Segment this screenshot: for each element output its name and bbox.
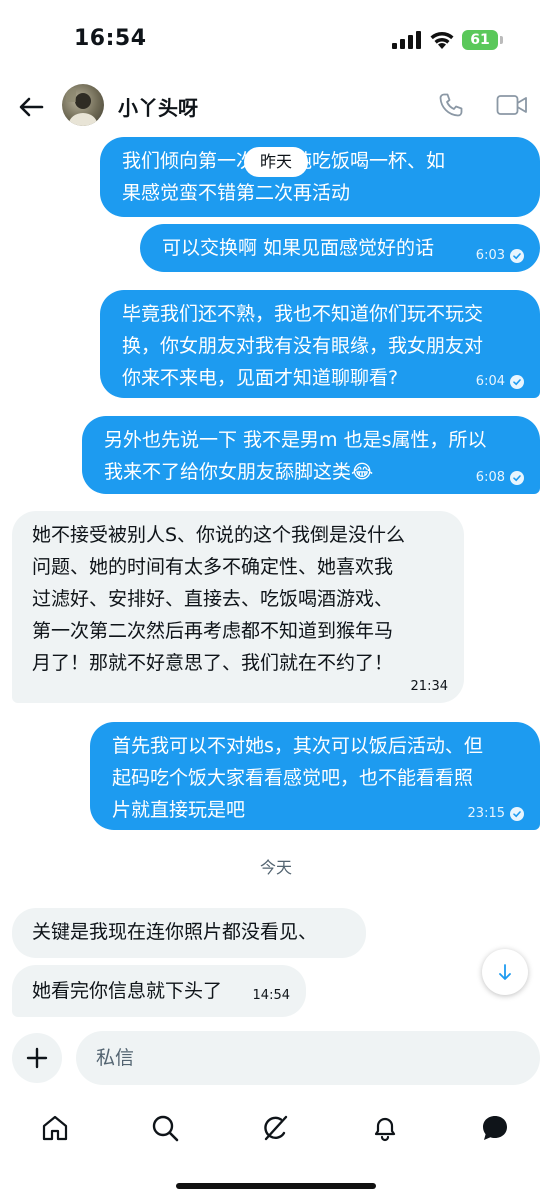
message-line: 问题、她的时间有太多不确定性、她喜欢我 xyxy=(32,556,394,578)
message-line: 月了！那就不好意思了、我们就在不约了！ xyxy=(32,652,394,674)
dm-conversation-screen: 16:54 61 小丫头呀 果感觉蛮不错第二次再活动 昨天 可以交换啊 如果见面… xyxy=(0,0,552,1200)
message-input[interactable] xyxy=(76,1031,540,1085)
sent-check-icon xyxy=(510,249,524,263)
bell-icon xyxy=(374,1117,396,1142)
message-line: 换，你女朋友对我有没有眼缘，我女朋友对 xyxy=(122,335,484,357)
grok-icon xyxy=(264,1115,288,1141)
nav-home[interactable] xyxy=(35,1108,75,1148)
message-time: 21:34 xyxy=(410,679,448,694)
call-button[interactable] xyxy=(438,92,464,118)
message-line: 另外也先说一下 我不是男m 也是s属性，所以 xyxy=(104,429,487,451)
message-bubble-outgoing[interactable]: 首先我可以不对她s，其次可以饭后活动、但 起码吃个饭大家看看感觉吧，也不能看看照… xyxy=(90,722,540,830)
chat-bubble-icon xyxy=(483,1116,507,1140)
message-line: 关键是我现在连你照片都没看见、 xyxy=(32,921,318,943)
message-line: 起码吃个饭大家看看感觉吧，也不能看看照 xyxy=(112,767,474,789)
back-button[interactable] xyxy=(16,92,46,122)
message-meta: 14:54 xyxy=(253,988,290,1004)
arrow-down-icon xyxy=(499,964,511,980)
message-bubble-outgoing[interactable]: 另外也先说一下 我不是男m 也是s属性，所以 我来不了给你女朋友舔脚这类😂 6:… xyxy=(82,416,540,494)
battery-indicator: 61 xyxy=(462,30,498,50)
message-meta: 6:04 xyxy=(476,374,524,390)
message-meta: 21:34 xyxy=(411,679,448,695)
message-line: 片就直接玩是吧 xyxy=(112,799,246,821)
sent-check-icon xyxy=(510,807,524,821)
message-meta: 6:03 xyxy=(476,248,524,264)
home-indicator xyxy=(176,1183,376,1189)
video-camera-icon xyxy=(496,95,527,115)
message-line: 过滤好、安排好、直接去、吃饭喝酒游戏、 xyxy=(32,588,394,610)
message-line: 我来不了给你女朋友舔脚这类😂 xyxy=(104,461,374,483)
message-meta: 6:08 xyxy=(476,470,524,486)
nav-messages[interactable] xyxy=(475,1108,515,1148)
contact-name[interactable]: 小丫头呀 xyxy=(118,92,198,121)
nav-grok[interactable] xyxy=(255,1108,295,1148)
message-time: 6:03 xyxy=(475,248,505,263)
wifi-icon xyxy=(428,29,456,51)
message-bubble-outgoing[interactable]: 可以交换啊 如果见面感觉好的话 6:03 xyxy=(140,224,540,272)
home-icon xyxy=(42,1115,68,1141)
message-bubble-incoming[interactable]: 她看完你信息就下头了 14:54 xyxy=(12,965,306,1017)
bottom-navigation xyxy=(0,1098,552,1158)
message-meta: 23:15 xyxy=(468,806,524,822)
message-line: 她看完你信息就下头了 xyxy=(32,980,223,1002)
nav-notifications[interactable] xyxy=(365,1108,405,1148)
message-line: 我们倾向第一次就单纯吃饭喝一杯、如 xyxy=(122,145,518,177)
conversation-header: 小丫头呀 xyxy=(0,80,552,140)
message-line: 首先我可以不对她s，其次可以饭后活动、但 xyxy=(112,735,483,757)
phone-icon xyxy=(439,93,463,117)
message-time: 14:54 xyxy=(252,988,290,1003)
message-line: 第一次第二次然后再考虑都不知道到猴年马 xyxy=(32,620,394,642)
message-time: 6:04 xyxy=(475,374,505,389)
message-time: 6:08 xyxy=(475,470,505,485)
message-line: 可以交换啊 如果见面感觉好的话 xyxy=(162,237,435,259)
sent-check-icon xyxy=(510,375,524,389)
message-line: 果感觉蛮不错第二次再活动 xyxy=(122,182,351,204)
message-bubble-outgoing[interactable]: 毕竟我们还不熟，我也不知道你们玩不玩交 换，你女朋友对我有没有眼缘，我女朋友对 … xyxy=(100,290,540,398)
day-label-today: 今天 xyxy=(259,858,292,877)
cellular-signal-icon xyxy=(392,31,422,49)
status-bar: 16:54 61 xyxy=(0,0,552,80)
message-time: 23:15 xyxy=(467,806,505,821)
video-call-button[interactable] xyxy=(496,93,528,117)
nav-search[interactable] xyxy=(145,1108,185,1148)
message-line: 毕竟我们还不熟，我也不知道你们玩不玩交 xyxy=(122,303,484,325)
message-bubble-outgoing[interactable]: 我们倾向第一次就单纯吃饭喝一杯、如 果感觉蛮不错第二次再活动 xyxy=(100,137,540,217)
message-line: 她不接受被别人S、你说的这个我倒是没什么 xyxy=(32,524,406,546)
day-label-yesterday: 昨天 xyxy=(244,147,308,177)
arrow-left-icon xyxy=(19,97,44,117)
search-icon xyxy=(152,1115,179,1142)
sent-check-icon xyxy=(510,471,524,485)
battery-level: 61 xyxy=(470,32,490,48)
contact-avatar[interactable] xyxy=(62,84,104,126)
battery-cap xyxy=(500,36,503,44)
scroll-to-bottom-button[interactable] xyxy=(482,949,528,995)
add-attachment-button[interactable] xyxy=(12,1033,62,1083)
plus-icon xyxy=(26,1047,48,1069)
message-line: 你来不来电，见面才知道聊聊看? xyxy=(122,367,399,389)
message-bubble-incoming[interactable]: 她不接受被别人S、你说的这个我倒是没什么 问题、她的时间有太多不确定性、她喜欢我… xyxy=(12,511,464,703)
status-time: 16:54 xyxy=(74,26,147,51)
message-bubble-incoming[interactable]: 关键是我现在连你照片都没看见、 xyxy=(12,908,366,958)
